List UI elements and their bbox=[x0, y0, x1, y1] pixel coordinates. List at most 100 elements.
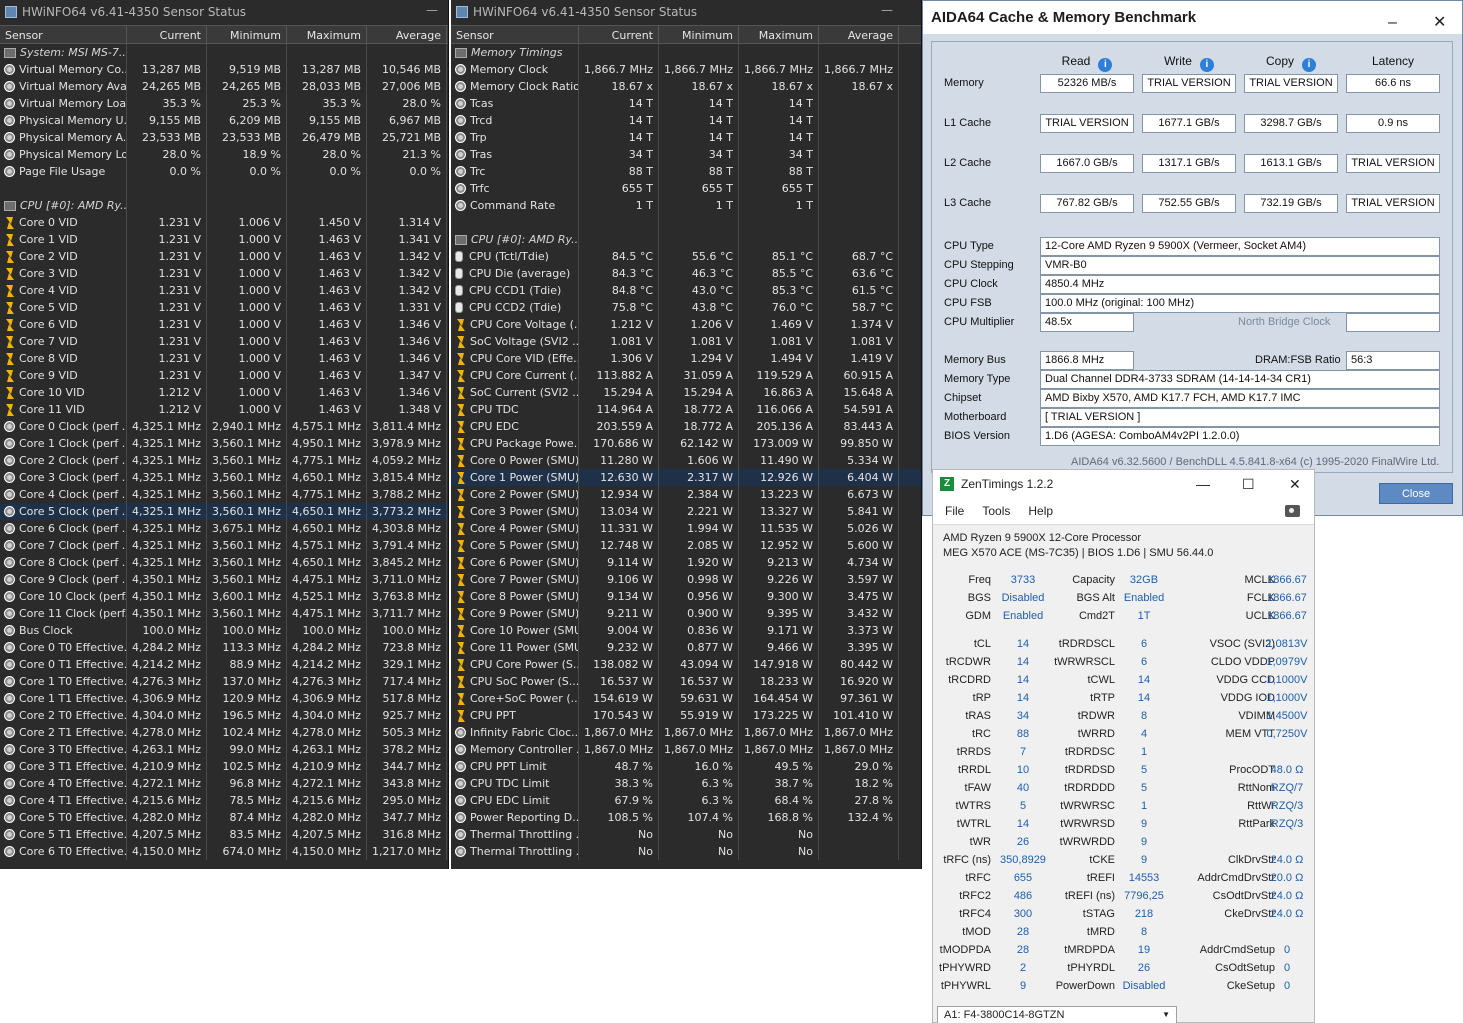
sensor-row[interactable]: Core 0 Power (SMU) 11.280 W 1.606 W 11.490 … bbox=[451, 452, 921, 469]
sensor-row[interactable]: Core 4 T1 Effective... 4,215.6 MHz 78.5 MH… bbox=[0, 792, 448, 809]
sensor-row[interactable]: System: MSI MS-7... bbox=[0, 44, 448, 61]
sensor-row[interactable]: Core 3 Clock (perf ... 4,325.1 MHz 3,560.1… bbox=[0, 469, 448, 486]
sensor-row[interactable]: CPU Core Voltage (... 1.212 V 1.206 V 1.469… bbox=[451, 316, 921, 333]
sensor-row[interactable]: Core 10 VID 1.212 V 1.000 V 1.463 V 1.346 V bbox=[0, 384, 448, 401]
sensor-row[interactable]: Memory Timings bbox=[451, 44, 921, 61]
sensor-row[interactable]: Tras 34 T 34 T 34 T bbox=[451, 146, 921, 163]
sensor-row[interactable]: Core 2 Clock (perf ... 4,325.1 MHz 3,560.1… bbox=[0, 452, 448, 469]
sensor-row[interactable]: Core 7 Power (SMU) 9.106 W 0.998 W 9.226 W3… bbox=[451, 571, 921, 588]
sensor-row[interactable]: Core 8 VID 1.231 V 1.000 V 1.463 V 1.346 V bbox=[0, 350, 448, 367]
sensor-row[interactable]: CPU [#0]: AMD Ry... bbox=[451, 231, 921, 248]
sensor-row[interactable]: Core 3 VID 1.231 V 1.000 V 1.463 V 1.342 V bbox=[0, 265, 448, 282]
column-header-average[interactable]: Average bbox=[367, 26, 447, 43]
maximize-icon[interactable]: ☐ bbox=[1242, 470, 1255, 498]
minimize-icon[interactable]: — bbox=[881, 0, 893, 23]
column-header-sensor[interactable]: Sensor bbox=[0, 26, 127, 43]
sensor-row[interactable]: Core 10 Power (SMU) 9.004 W 0.836 W 9.171 W… bbox=[451, 622, 921, 639]
sensor-row[interactable]: Core 8 Power (SMU) 9.134 W 0.956 W 9.300 W3… bbox=[451, 588, 921, 605]
sensor-row[interactable]: Core 11 VID 1.212 V 1.000 V 1.463 V 1.348 V bbox=[0, 401, 448, 418]
close-icon[interactable]: ✕ bbox=[1289, 470, 1301, 498]
close-icon[interactable]: ✕ bbox=[1433, 6, 1446, 39]
sensor-row[interactable]: Core 5 T0 Effective... 4,282.0 MHz 87.4 MH… bbox=[0, 809, 448, 826]
sensor-row[interactable]: Core 2 Power (SMU) 12.934 W 2.384 W 13.223 … bbox=[451, 486, 921, 503]
hwinfo-left-titlebar[interactable]: HWiNFO64 v6.41-4350 Sensor Status — bbox=[0, 0, 448, 25]
sensor-row[interactable]: Core 11 Power (SMU) 9.232 W 0.877 W 9.466 W… bbox=[451, 639, 921, 656]
dimm-select[interactable]: A1: F4-3800C14-8GTZN ▼ bbox=[937, 1006, 1177, 1023]
sensor-row[interactable]: Core 6 Clock (perf ... 4,325.1 MHz 3,675.1… bbox=[0, 520, 448, 537]
sensor-row[interactable]: CPU TDC Limit 38.3 % 6.3 % 38.7 % 18.2 % bbox=[451, 775, 921, 792]
sensor-row[interactable]: Virtual Memory Ava... 24,265 MB 24,265 MB 2… bbox=[0, 78, 448, 95]
sensor-row[interactable]: Core 1 Clock (perf ... 4,325.1 MHz 3,560.1… bbox=[0, 435, 448, 452]
sensor-row[interactable]: CPU TDC 114.964 A 18.772 A 116.066 A 54.591 … bbox=[451, 401, 921, 418]
sensor-row[interactable]: CPU Die (average) 84.3 °C 46.3 °C 85.5 °C 63… bbox=[451, 265, 921, 282]
sensor-row[interactable]: Core 1 Power (SMU) 12.630 W 2.317 W 12.926 … bbox=[451, 469, 921, 486]
sensor-row[interactable]: Core 1 T1 Effective... 4,306.9 MHz 120.9 M… bbox=[0, 690, 448, 707]
sensor-row[interactable]: Tcas 14 T 14 T 14 T bbox=[451, 95, 921, 112]
sensor-row[interactable]: Core 1 VID 1.231 V 1.000 V 1.463 V 1.341 V bbox=[0, 231, 448, 248]
sensor-row[interactable]: Memory Clock 1,866.7 MHz 1,866.7 MHz 1,866.… bbox=[451, 61, 921, 78]
sensor-row[interactable]: Core 11 Clock (perf... 4,350.1 MHz 3,560.1… bbox=[0, 605, 448, 622]
sensor-row[interactable]: CPU [#0]: AMD Ry... bbox=[0, 197, 448, 214]
sensor-row[interactable]: CPU EDC 203.559 A 18.772 A 205.136 A 83.443 … bbox=[451, 418, 921, 435]
sensor-row[interactable]: Core 8 Clock (perf ... 4,325.1 MHz 3,560.1… bbox=[0, 554, 448, 571]
sensor-row[interactable]: CPU Core VID (Effe... 1.306 V 1.294 V 1.494… bbox=[451, 350, 921, 367]
sensor-row[interactable]: Physical Memory A... 23,533 MB 23,533 MB 26… bbox=[0, 129, 448, 146]
sensor-row[interactable]: Core 6 VID 1.231 V 1.000 V 1.463 V 1.346 V bbox=[0, 316, 448, 333]
sensor-row[interactable]: Bus Clock 100.0 MHz 100.0 MHz 100.0 MHz 100.… bbox=[0, 622, 448, 639]
sensor-row[interactable]: Thermal Throttling ... No No No bbox=[451, 843, 921, 860]
sensor-row[interactable]: Page File Usage 0.0 % 0.0 % 0.0 % 0.0 % bbox=[0, 163, 448, 180]
sensor-row[interactable]: Core 2 VID 1.231 V 1.000 V 1.463 V 1.342 V bbox=[0, 248, 448, 265]
sensor-row[interactable]: CPU (Tctl/Tdie) 84.5 °C 55.6 °C 85.1 °C 68.7… bbox=[451, 248, 921, 265]
column-header-current[interactable]: Current bbox=[579, 26, 659, 43]
sensor-row[interactable]: Memory Clock Ratio 18.67 x 18.67 x 18.67 x1… bbox=[451, 78, 921, 95]
sensor-row[interactable]: Core 7 VID 1.231 V 1.000 V 1.463 V 1.346 V bbox=[0, 333, 448, 350]
sensor-row[interactable]: Core 0 T1 Effective... 4,214.2 MHz 88.9 MH… bbox=[0, 656, 448, 673]
sensor-row[interactable]: Core 4 Clock (perf ... 4,325.1 MHz 3,560.1… bbox=[0, 486, 448, 503]
sensor-row[interactable]: CPU Core Power (S... 138.082 W 43.094 W 147… bbox=[451, 656, 921, 673]
aida64-titlebar[interactable]: AIDA64 Cache & Memory Benchmark – ✕ bbox=[923, 1, 1462, 34]
menu-file[interactable]: File bbox=[945, 504, 964, 518]
minimize-icon[interactable]: – bbox=[1388, 6, 1397, 39]
sensor-row[interactable]: Core 10 Clock (perf... 4,350.1 MHz 3,600.1… bbox=[0, 588, 448, 605]
sensor-row[interactable]: Core 5 Clock (perf ... 4,325.1 MHz 3,560.1… bbox=[0, 503, 448, 520]
sensor-row[interactable]: Trp 14 T 14 T 14 T bbox=[451, 129, 921, 146]
sensor-row[interactable]: CPU SoC Power (S... 16.537 W 16.537 W 18.23… bbox=[451, 673, 921, 690]
sensor-row[interactable]: Power Reporting D... 108.5 % 107.4 % 168.8 … bbox=[451, 809, 921, 826]
sensor-row[interactable]: SoC Voltage (SVI2 ... 1.081 V 1.081 V 1.081… bbox=[451, 333, 921, 350]
column-header-average[interactable]: Average bbox=[819, 26, 899, 43]
sensor-row[interactable]: Core+SoC Power (... 154.619 W 59.631 W 164.… bbox=[451, 690, 921, 707]
minimize-icon[interactable]: — bbox=[1196, 470, 1210, 498]
column-header-sensor[interactable]: Sensor bbox=[451, 26, 579, 43]
sensor-row[interactable]: Core 5 Power (SMU) 12.748 W 2.085 W 12.952 … bbox=[451, 537, 921, 554]
info-icon[interactable]: i bbox=[1098, 58, 1113, 72]
sensor-row[interactable]: CPU CCD1 (Tdie) 84.8 °C 43.0 °C 85.3 °C 61.5… bbox=[451, 282, 921, 299]
sensor-row[interactable]: CPU PPT Limit 48.7 % 16.0 % 49.5 % 29.0 % bbox=[451, 758, 921, 775]
info-icon[interactable]: i bbox=[1199, 58, 1214, 72]
sensor-row[interactable]: Trc 88 T 88 T 88 T bbox=[451, 163, 921, 180]
sensor-row[interactable]: Thermal Throttling ... No No No bbox=[451, 826, 921, 843]
info-icon[interactable]: i bbox=[1302, 58, 1316, 72]
sensor-row[interactable]: Trcd 14 T 14 T 14 T bbox=[451, 112, 921, 129]
sensor-row[interactable]: Core 2 T0 Effective... 4,304.0 MHz 196.5 M… bbox=[0, 707, 448, 724]
sensor-row[interactable]: Core 0 Clock (perf ... 4,325.1 MHz 2,940.1… bbox=[0, 418, 448, 435]
sensor-row[interactable]: CPU EDC Limit 67.9 % 6.3 % 68.4 % 27.8 % bbox=[451, 792, 921, 809]
column-header-minimum[interactable]: Minimum bbox=[659, 26, 739, 43]
sensor-row[interactable] bbox=[0, 180, 448, 197]
sensor-row[interactable]: Trfc 655 T 655 T 655 T bbox=[451, 180, 921, 197]
sensor-row[interactable]: Core 3 T0 Effective... 4,263.1 MHz 99.0 MH… bbox=[0, 741, 448, 758]
column-header-maximum[interactable]: Maximum bbox=[739, 26, 819, 43]
sensor-row[interactable]: CPU PPT 170.543 W 55.919 W 173.225 W 101.410… bbox=[451, 707, 921, 724]
sensor-row[interactable]: Core 2 T1 Effective... 4,278.0 MHz 102.4 M… bbox=[0, 724, 448, 741]
sensor-row[interactable]: Core 4 Power (SMU) 11.331 W 1.994 W 11.535 … bbox=[451, 520, 921, 537]
sensor-row[interactable]: CPU Core Current (... 113.882 A 31.059 A 11… bbox=[451, 367, 921, 384]
sensor-row[interactable]: Physical Memory U... 9,155 MB 6,209 MB 9,15… bbox=[0, 112, 448, 129]
sensor-row[interactable]: Command Rate 1 T1 T1 T bbox=[451, 197, 921, 214]
sensor-row[interactable]: Core 5 VID 1.231 V 1.000 V 1.463 V 1.331 V bbox=[0, 299, 448, 316]
sensor-row[interactable]: Infinity Fabric Cloc... 1,867.0 MHz 1,867.… bbox=[451, 724, 921, 741]
sensor-row[interactable]: Core 3 T1 Effective... 4,210.9 MHz 102.5 M… bbox=[0, 758, 448, 775]
sensor-row[interactable]: Core 5 T1 Effective... 4,207.5 MHz 83.5 MH… bbox=[0, 826, 448, 843]
sensor-row[interactable]: CPU Package Powe... 170.686 W 62.142 W 173.… bbox=[451, 435, 921, 452]
sensor-row[interactable]: Virtual Memory Load 35.3 % 25.3 % 35.3 % 28.… bbox=[0, 95, 448, 112]
sensor-row[interactable]: Core 1 T0 Effective... 4,276.3 MHz 137.0 M… bbox=[0, 673, 448, 690]
sensor-row[interactable]: Core 0 T0 Effective... 4,284.2 MHz 113.3 M… bbox=[0, 639, 448, 656]
